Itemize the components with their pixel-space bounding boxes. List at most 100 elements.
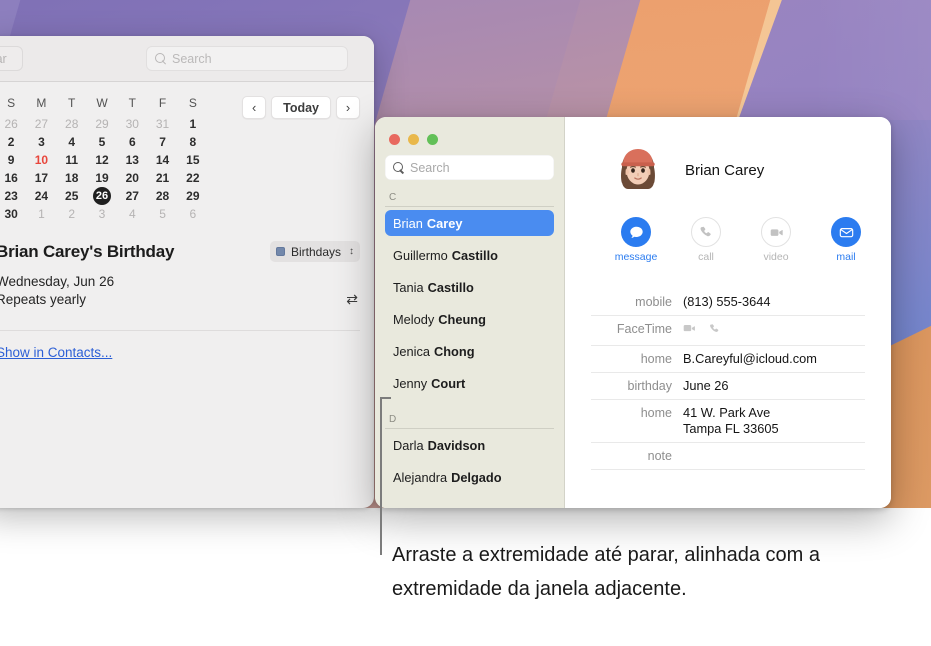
contacts-search-input[interactable]: Search: [385, 155, 554, 180]
contacts-window: Search C Brian Carey Guillermo Castillo Tania…: [375, 117, 891, 508]
contact-row[interactable]: Guillermo Castillo: [385, 242, 554, 268]
calendar-day-cell[interactable]: 5: [87, 133, 117, 151]
field-value[interactable]: B.Careyful@icloud.com: [683, 351, 817, 367]
calendar-day-cell[interactable]: 15: [178, 151, 208, 169]
weekday-header: T: [68, 96, 76, 110]
action-call[interactable]: call: [687, 217, 725, 263]
event-repeat-label: Repeats yearly: [0, 292, 87, 307]
calendar-day-cell[interactable]: 16: [0, 169, 26, 187]
calendar-day-cell[interactable]: 12: [87, 151, 117, 169]
calendar-day-cell[interactable]: 14: [147, 151, 177, 169]
field-value[interactable]: 41 W. Park Ave Tampa FL 33605: [683, 405, 779, 437]
calendar-day-cell[interactable]: 3: [87, 205, 117, 223]
chevron-left-icon: ‹: [251, 100, 257, 115]
calendar-day-cell[interactable]: 7: [147, 133, 177, 151]
contact-row[interactable]: Tania Castillo: [385, 274, 554, 300]
calendar-day-cell[interactable]: 2: [57, 205, 87, 223]
contact-first-name: Guillermo: [393, 247, 448, 263]
segment-year[interactable]: Year: [0, 47, 22, 70]
field-label: note: [647, 449, 672, 463]
contact-name: Brian Carey: [685, 161, 765, 179]
contact-first-name: Brian: [393, 215, 423, 231]
calendar-day-cell[interactable]: 20: [117, 169, 147, 187]
calendar-day-cell[interactable]: 13: [117, 151, 147, 169]
calendar-week-row: 23 24 25 26 27 28 29: [0, 187, 208, 205]
chevron-right-icon: ›: [345, 100, 351, 115]
calendar-select-popup[interactable]: Birthdays ↕: [269, 241, 360, 262]
video-camera-icon[interactable]: [683, 322, 698, 340]
calendar-day-cell[interactable]: 10: [26, 151, 56, 169]
contact-field-row: birthday June 26: [591, 373, 865, 400]
calendar-day-cell[interactable]: 23: [0, 187, 26, 205]
previous-month-button[interactable]: ‹: [242, 96, 267, 119]
calendar-day-cell[interactable]: 25: [57, 187, 87, 205]
view-segmented-control[interactable]: th Year: [0, 46, 23, 71]
calendar-day-cell[interactable]: 4: [57, 133, 87, 151]
calendar-day-cell[interactable]: 11: [57, 151, 87, 169]
next-month-button[interactable]: ›: [336, 96, 360, 119]
calendar-day-cell[interactable]: 28: [57, 115, 87, 133]
calendar-day-cell[interactable]: 1: [26, 205, 56, 223]
contact-header: Brian Carey: [591, 117, 865, 199]
calendar-day-cell[interactable]: 26: [0, 115, 26, 133]
action-label: message: [614, 251, 658, 263]
calendar-day-cell[interactable]: 2: [0, 133, 26, 151]
contact-row[interactable]: Jenica Chong: [385, 338, 554, 364]
calendar-day-cell[interactable]: 30: [117, 115, 147, 133]
contact-last-name: Chong: [434, 343, 475, 359]
calendar-day-cell[interactable]: 5: [147, 205, 177, 223]
calendar-day-cell[interactable]: 29: [87, 115, 117, 133]
calendar-day-cell[interactable]: 27: [117, 187, 147, 205]
calendar-day-cell[interactable]: 1: [178, 115, 208, 133]
calendar-day-cell[interactable]: 6: [117, 133, 147, 151]
contacts-section-header: D: [385, 402, 554, 429]
calendar-day-cell[interactable]: 18: [57, 169, 87, 187]
calendar-week-row: 26 27 28 29 30 31 1: [0, 115, 208, 133]
contact-row[interactable]: Alejandra Delgado: [385, 464, 554, 490]
calendar-day-cell[interactable]: 3: [26, 133, 56, 151]
video-camera-icon: [761, 217, 791, 247]
action-mail[interactable]: mail: [827, 217, 865, 263]
calendar-day-cell[interactable]: 29: [178, 187, 208, 205]
zoom-button[interactable]: [427, 133, 438, 145]
action-video[interactable]: video: [757, 217, 795, 263]
calendar-day-cell[interactable]: 21: [147, 169, 177, 187]
calendar-day-cell[interactable]: 17: [26, 169, 56, 187]
contact-last-name: Carey: [426, 215, 463, 231]
weekday-header: W: [96, 96, 108, 110]
field-value[interactable]: (813) 555-3644: [683, 294, 771, 310]
calendar-day-cell[interactable]: 24: [26, 187, 56, 205]
action-message[interactable]: message: [614, 217, 658, 263]
field-value[interactable]: June 26: [683, 378, 729, 394]
calendar-day-cell[interactable]: 4: [117, 205, 147, 223]
calendar-day-cell[interactable]: 31: [147, 115, 177, 133]
show-in-contacts-link[interactable]: Show in Contacts...: [0, 345, 360, 360]
calendar-day-cell[interactable]: 22: [178, 169, 208, 187]
contact-first-name: Alejandra: [393, 469, 448, 485]
contact-last-name: Castillo: [427, 279, 474, 295]
contact-row[interactable]: Darla Davidson: [385, 432, 554, 458]
calendar-day-cell[interactable]: 26: [87, 187, 117, 205]
contacts-sidebar: Search C Brian Carey Guillermo Castillo Tania…: [375, 117, 565, 508]
calendar-day-cell[interactable]: 27: [26, 115, 56, 133]
selected-day-badge: 26: [92, 187, 111, 205]
today-button[interactable]: Today: [271, 96, 331, 119]
calendar-day-cell[interactable]: 9: [0, 151, 26, 169]
contact-field-row: mobile (813) 555-3644: [591, 289, 865, 316]
contact-row[interactable]: Jenny Court: [385, 370, 554, 396]
calendar-search-input[interactable]: Search: [146, 46, 348, 71]
calendar-day-cell[interactable]: 6: [178, 205, 208, 223]
calendar-day-cell[interactable]: 19: [87, 169, 117, 187]
contact-row-selected[interactable]: Brian Carey: [385, 210, 554, 236]
phone-icon[interactable]: [708, 322, 721, 340]
field-label: birthday: [627, 379, 672, 393]
contacts-list: C Brian Carey Guillermo Castillo Tania Castill…: [385, 180, 554, 490]
minimize-button[interactable]: [408, 133, 419, 145]
contact-field-row: note: [591, 443, 865, 470]
calendar-day-cell[interactable]: 8: [178, 133, 208, 151]
weekday-header-row: SMTWTFS: [0, 96, 208, 115]
contact-row[interactable]: Melody Cheung: [385, 306, 554, 332]
calendar-day-cell[interactable]: 30: [0, 205, 26, 223]
calendar-day-cell[interactable]: 28: [147, 187, 177, 205]
close-button[interactable]: [389, 133, 400, 145]
